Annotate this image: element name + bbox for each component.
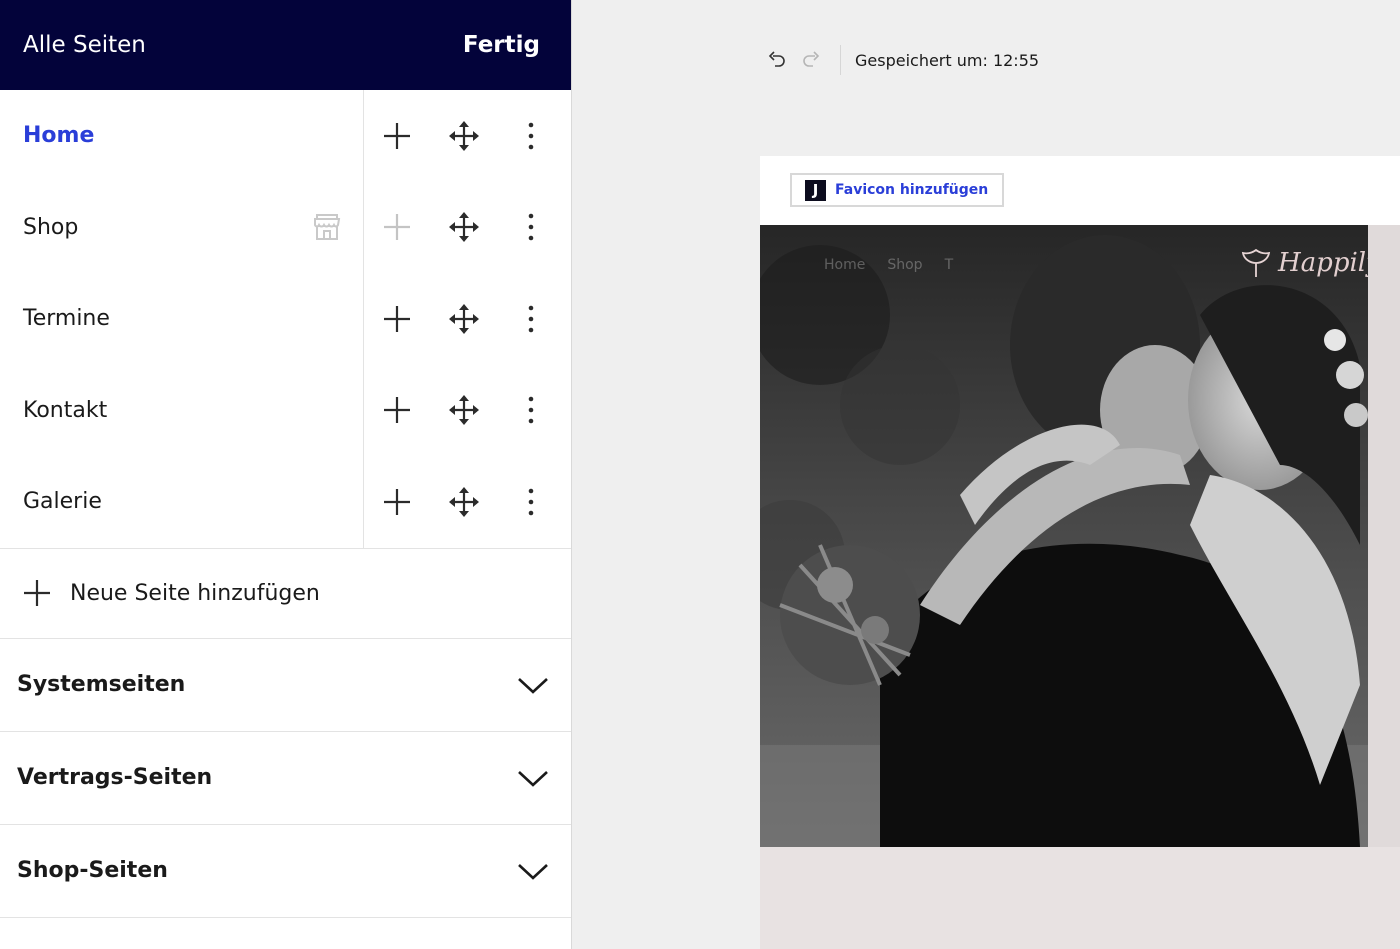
plus-icon — [24, 580, 50, 606]
add-subpage-button[interactable] — [379, 484, 415, 520]
brand-text: Happily Ev — [1278, 248, 1368, 278]
undo-button[interactable] — [760, 43, 794, 77]
move-icon — [449, 212, 479, 243]
add-favicon-button[interactable]: J Favicon hinzufügen — [790, 173, 1005, 207]
page-actions — [364, 365, 572, 457]
move-icon — [449, 120, 479, 151]
move-page-handle[interactable] — [446, 301, 482, 337]
page-options-button[interactable] — [513, 301, 549, 337]
page-link-galerie[interactable]: Galerie — [23, 489, 102, 514]
move-page-handle[interactable] — [446, 118, 482, 154]
plus-icon — [384, 305, 410, 332]
add-subpage-button-disabled — [379, 209, 415, 245]
move-page-handle[interactable] — [446, 209, 482, 245]
page-row-galerie: Galerie — [0, 456, 571, 548]
page-link-kontakt[interactable]: Kontakt — [23, 398, 107, 423]
page-options-button[interactable] — [513, 392, 549, 428]
pages-panel: Alle Seiten Fertig Home Shop Termine Kon… — [0, 0, 572, 949]
section-label: Vertrags-Seiten — [17, 765, 213, 790]
section-label: Systemseiten — [17, 672, 186, 697]
page-actions — [364, 182, 572, 274]
site-logo[interactable]: Happily Ev — [1240, 247, 1368, 279]
site-preview: J Favicon hinzufügen Home Shop T Happil — [760, 156, 1400, 949]
section-system-pages[interactable]: Systemseiten — [0, 639, 571, 732]
page-link-shop[interactable]: Shop — [23, 215, 78, 240]
page-actions — [364, 456, 572, 548]
section-label: Shop-Seiten — [17, 858, 168, 883]
add-subpage-button[interactable] — [379, 301, 415, 337]
plus-icon — [384, 397, 410, 424]
page-row-shop: Shop — [0, 181, 572, 274]
move-icon — [449, 486, 479, 517]
page-options-button[interactable] — [513, 209, 549, 245]
editor-toolbar: Gespeichert um: 12:55 — [760, 40, 1039, 80]
panel-footer: Neue Seite hinzufügen Systemseiten Vertr… — [0, 547, 571, 918]
page-list: Home Shop Termine Kontakt Galerie — [0, 90, 571, 548]
page-options-button[interactable] — [513, 484, 549, 520]
plus-icon — [384, 488, 410, 515]
page-link-home[interactable]: Home — [23, 123, 94, 148]
chevron-down-icon — [518, 770, 548, 787]
more-vertical-icon — [528, 122, 534, 150]
site-nav: Home Shop T — [824, 257, 953, 273]
page-row-termine: Termine — [0, 273, 571, 365]
page-link-termine[interactable]: Termine — [23, 306, 110, 331]
page-actions — [364, 273, 572, 365]
section-contract-pages[interactable]: Vertrags-Seiten — [0, 732, 571, 825]
move-page-handle[interactable] — [446, 484, 482, 520]
move-icon — [449, 395, 479, 426]
ginkgo-leaf-icon — [1241, 248, 1271, 277]
section-shop-pages[interactable]: Shop-Seiten — [0, 825, 571, 918]
site-nav-termine[interactable]: T — [945, 257, 954, 273]
page-actions — [364, 90, 572, 182]
more-vertical-icon — [528, 213, 534, 241]
favicon-logo: J — [805, 179, 826, 201]
add-subpage-button[interactable] — [379, 392, 415, 428]
move-page-handle[interactable] — [446, 392, 482, 428]
more-vertical-icon — [528, 305, 534, 333]
site-nav-home[interactable]: Home — [824, 257, 865, 273]
chevron-down-icon — [518, 677, 548, 694]
chevron-down-icon — [518, 863, 548, 880]
add-subpage-button[interactable] — [379, 118, 415, 154]
saved-status: Gespeichert um: 12:55 — [855, 50, 1040, 70]
redo-icon — [803, 51, 820, 67]
plus-icon — [384, 122, 410, 149]
plus-icon — [384, 214, 410, 241]
redo-button[interactable] — [794, 43, 828, 77]
preview-edge — [1368, 225, 1400, 847]
site-nav-shop[interactable]: Shop — [887, 257, 922, 273]
panel-title: Alle Seiten — [23, 32, 146, 58]
page-row-home: Home — [0, 90, 571, 182]
move-icon — [449, 303, 479, 334]
more-vertical-icon — [528, 396, 534, 424]
store-icon — [312, 212, 342, 242]
preview-top-bar: J Favicon hinzufügen — [760, 156, 1400, 225]
wedding-couple-photo — [760, 225, 1368, 847]
panel-header: Alle Seiten Fertig — [0, 0, 571, 90]
add-page-button[interactable]: Neue Seite hinzufügen — [0, 549, 571, 639]
done-button[interactable]: Fertig — [463, 32, 540, 58]
add-page-label: Neue Seite hinzufügen — [70, 580, 320, 606]
favicon-label: Favicon hinzufügen — [835, 182, 989, 198]
undo-icon — [768, 51, 785, 67]
hero-image[interactable]: Home Shop T Happily Ev — [760, 225, 1368, 847]
more-vertical-icon — [528, 488, 534, 516]
page-options-button[interactable] — [513, 118, 549, 154]
toolbar-divider — [840, 45, 841, 75]
page-row-kontakt: Kontakt — [0, 364, 572, 457]
